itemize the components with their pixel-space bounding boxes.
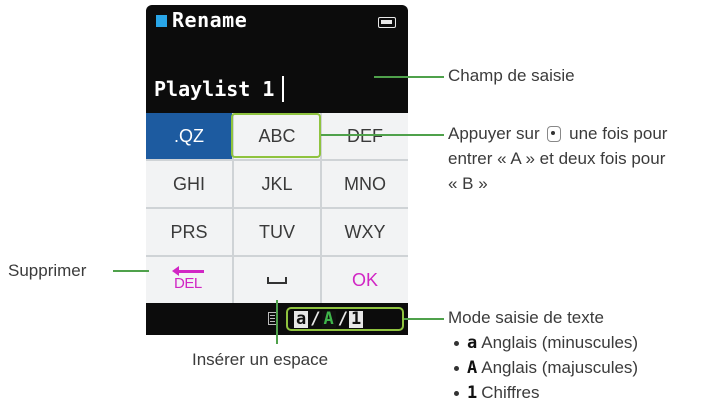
key-wxy[interactable]: WXY [322,209,408,255]
battery-icon [378,17,396,28]
callout-delete-line [113,270,149,272]
delete-label-note: Supprimer [8,261,87,280]
title-bar: Rename [146,5,408,39]
mode-uppercase: A [321,308,336,329]
mode-list-item: a Anglais (minuscules) [454,332,638,354]
bullet-icon [454,341,459,347]
callout-space-line [276,300,278,344]
bullet-icon [454,391,459,397]
key-abc[interactable]: ABC [234,113,320,159]
keypad: .QZ ABC DEF GHI JKL MNO PRS TUV WXY DEL … [146,113,408,303]
delete-icon: DEL [172,265,206,295]
delete-button[interactable]: DEL [146,257,232,303]
device-screen: Rename Playlist 1 .QZ ABC DEF GHI JKL MN… [146,5,408,335]
press-key-text-b: une fois pour [569,124,668,143]
key-qz[interactable]: .QZ [146,113,232,159]
press-key-text-a: Appuyer sur [448,124,540,143]
mode-description: Anglais (minuscules) [481,333,639,352]
mode-lowercase: a [294,308,309,329]
bullet-icon [454,366,459,372]
press-key-note-line3: « B » [448,174,488,193]
name-input-field[interactable]: Playlist 1 [146,67,408,111]
mode-description: Chiffres [481,383,540,402]
text-mode-label: Mode saisie de texte [448,308,604,327]
space-button[interactable] [234,257,320,303]
mode-separator: / [337,309,348,329]
key-jkl[interactable]: JKL [234,161,320,207]
input-field-label: Champ de saisie [448,66,575,85]
callout-input-line [374,76,444,78]
key-mno[interactable]: MNO [322,161,408,207]
mode-glyph: a [467,333,478,353]
screen-title: Rename [172,8,248,32]
callout-mode-line [404,318,444,320]
key-ghi[interactable]: GHI [146,161,232,207]
input-value[interactable]: Playlist 1 [154,77,274,101]
press-key-note-line2: entrer « A » et deux fois pour [448,149,666,168]
insert-space-label: Insérer un espace [192,350,329,369]
mode-separator: / [310,309,321,329]
key-tuv[interactable]: TUV [234,209,320,255]
mode-digits: 1 [349,308,364,329]
mode-list-item: 1 Chiffres [454,382,540,404]
mode-description: Anglais (majuscules) [481,358,639,377]
mode-glyph: 1 [467,383,478,403]
mode-list-item: A Anglais (majuscules) [454,357,638,379]
title-marker-icon [156,15,167,27]
ok-button[interactable]: OK [322,257,408,303]
callout-abc-line [321,134,444,136]
delete-label: DEL [174,275,202,292]
mode-glyph: A [467,358,478,378]
key-icon [547,126,562,142]
space-icon [267,276,287,284]
press-key-note-line1: Appuyer sur une fois pour [448,123,667,144]
key-prs[interactable]: PRS [146,209,232,255]
text-mode-indicator[interactable]: a / A / 1 [286,307,404,331]
key-def[interactable]: DEF [322,113,408,159]
text-cursor [282,76,284,102]
